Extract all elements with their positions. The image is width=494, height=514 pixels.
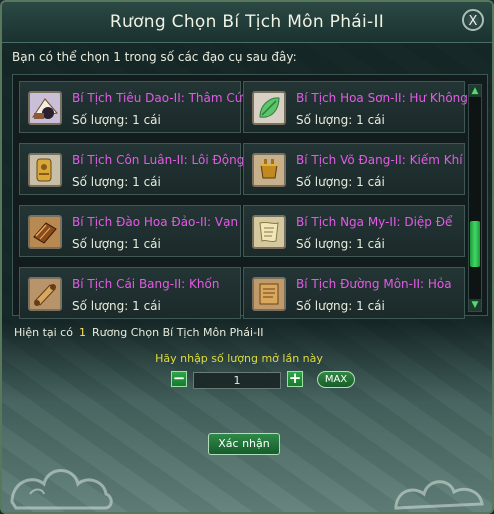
item-card[interactable]: Bí Tịch Cái Bang-II: Khốn Số lượng: 1 cá… — [19, 267, 241, 319]
scroll-fan-icon — [28, 91, 62, 125]
selection-prompt: Bạn có thể chọn 1 trong số các đạo cụ sa… — [12, 50, 297, 64]
dialog-window: Rương Chọn Bí Tịch Môn Phái-II X Bạn có … — [0, 0, 494, 514]
item-card[interactable]: Bí Tịch Hoa Sơn-II: Hư Không Số lượng: 1… — [243, 81, 468, 133]
item-name: Bí Tịch Đào Hoa Đảo-II: Vạn — [72, 215, 239, 229]
status-count: 1 — [78, 326, 86, 339]
item-card[interactable]: Bí Tịch Côn Luân-II: Lôi Động Số lượng: … — [19, 143, 245, 195]
item-list: Bí Tịch Tiêu Dao-II: Thâm Cứu Số lượng: … — [12, 74, 488, 319]
item-quantity: Số lượng: 1 cái — [296, 175, 385, 189]
item-quantity: Số lượng: 1 cái — [72, 237, 161, 251]
item-name: Bí Tịch Côn Luân-II: Lôi Động — [72, 153, 245, 167]
item-name: Bí Tịch Hoa Sơn-II: Hư Không — [296, 91, 468, 105]
inventory-status: Hiện tại có 1 Rương Chọn Bí Tịch Môn Phái-… — [14, 326, 264, 339]
confirm-button[interactable]: Xác nhận — [208, 433, 280, 455]
item-name: Bí Tịch Võ Đang-II: Kiếm Khí — [296, 153, 463, 167]
item-card[interactable]: Bí Tịch Nga My-II: Diệp Để Số lượng: 1 c… — [243, 205, 465, 257]
max-button[interactable]: MAX — [317, 371, 355, 388]
scroll-up-arrow-icon[interactable]: ▲ — [469, 85, 481, 97]
quantity-label: Hãy nhập số lượng mở lần này — [155, 352, 323, 365]
increment-button[interactable]: + — [287, 371, 303, 387]
item-name: Bí Tịch Cái Bang-II: Khốn — [72, 277, 220, 291]
item-quantity: Số lượng: 1 cái — [296, 299, 385, 313]
item-card[interactable]: Bí Tịch Tiêu Dao-II: Thâm Cứu Số lượng: … — [19, 81, 250, 133]
scroll-thumb[interactable] — [470, 221, 480, 267]
item-name: Bí Tịch Tiêu Dao-II: Thâm Cứu — [72, 91, 250, 105]
golden-scroll-icon — [28, 153, 62, 187]
book-icon — [28, 215, 62, 249]
decrement-button[interactable]: − — [171, 371, 187, 387]
rolled-scroll-icon — [28, 277, 62, 311]
status-prefix: Hiện tại có — [14, 326, 73, 339]
item-name: Bí Tịch Đường Môn-II: Hỏa — [296, 277, 452, 291]
paper-scroll-icon — [252, 215, 286, 249]
item-list-scrollbar[interactable]: ▲ ▼ — [468, 84, 482, 312]
jade-leaf-icon — [252, 91, 286, 125]
item-card[interactable]: Bí Tịch Đường Môn-II: Hỏa Số lượng: 1 cá… — [243, 267, 465, 319]
close-button[interactable]: X — [462, 9, 484, 31]
bronze-cauldron-icon — [252, 153, 286, 187]
cloud-ornament-left — [10, 469, 113, 510]
item-quantity: Số lượng: 1 cái — [296, 113, 385, 127]
parchment-icon — [252, 277, 286, 311]
item-quantity: Số lượng: 1 cái — [72, 175, 161, 189]
quantity-input[interactable] — [193, 372, 281, 389]
status-item-name: Rương Chọn Bí Tịch Môn Phái-II — [91, 326, 264, 339]
item-card[interactable]: Bí Tịch Võ Đang-II: Kiếm Khí Số lượng: 1… — [243, 143, 465, 195]
scroll-down-arrow-icon[interactable]: ▼ — [469, 299, 481, 311]
dialog-title: Rương Chọn Bí Tịch Môn Phái-II — [109, 12, 385, 32]
item-name: Bí Tịch Nga My-II: Diệp Để — [296, 215, 453, 229]
cloud-ornament-right — [394, 480, 484, 510]
item-quantity: Số lượng: 1 cái — [72, 113, 161, 127]
item-quantity: Số lượng: 1 cái — [72, 299, 161, 313]
title-bar[interactable]: Rương Chọn Bí Tịch Môn Phái-II X — [2, 2, 492, 43]
item-card[interactable]: Bí Tịch Đào Hoa Đảo-II: Vạn Số lượng: 1 … — [19, 205, 241, 257]
item-quantity: Số lượng: 1 cái — [296, 237, 385, 251]
